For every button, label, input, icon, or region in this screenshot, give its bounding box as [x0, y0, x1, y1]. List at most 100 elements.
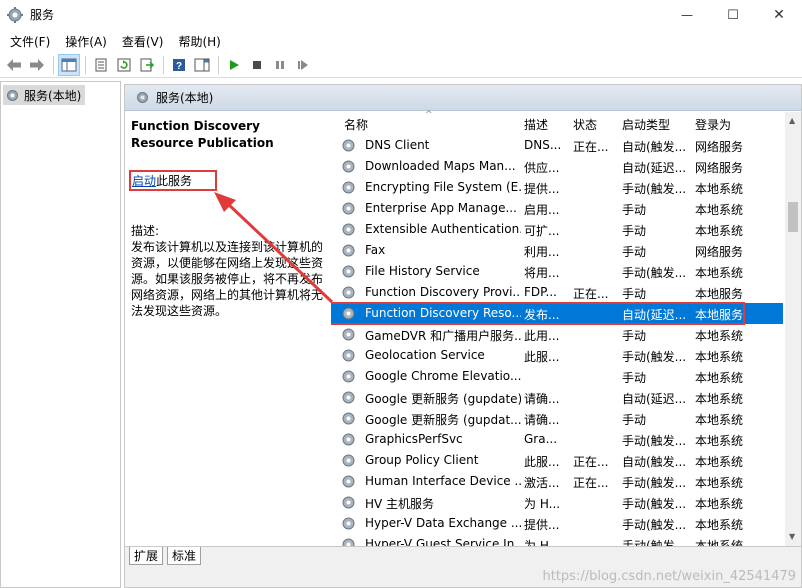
column-header-startup-type[interactable]: 启动类型 [622, 116, 670, 133]
tree-item-services-local[interactable]: 服务(本地) [3, 85, 85, 105]
service-log-on-as: 网络服务 [695, 245, 744, 259]
export-list-button[interactable] [136, 54, 158, 76]
service-startup-type: 自动(触发... [622, 455, 687, 469]
table-row[interactable]: Function Discovery Provi... FDP... 正在... 手动… [331, 282, 783, 303]
menu-file[interactable]: 文件(F) [10, 33, 50, 50]
table-row[interactable]: Hyper-V Guest Service In... 为 H... 手动(触发..… [331, 534, 783, 546]
title-bar: 服务 — ☐ ✕ [0, 0, 802, 30]
maximize-button[interactable]: ☐ [710, 0, 756, 30]
help-button[interactable]: ? [168, 54, 190, 76]
scroll-up-icon[interactable]: ▲ [789, 116, 795, 125]
menu-action[interactable]: 操作(A) [65, 33, 107, 50]
service-gear-icon [342, 496, 355, 509]
refresh-button[interactable] [113, 54, 135, 76]
stop-service-button[interactable] [246, 54, 268, 76]
toolbar-separator [53, 55, 54, 74]
service-name: Hyper-V Data Exchange ... [365, 516, 521, 530]
service-gear-icon [342, 349, 355, 362]
start-service-link[interactable]: 启动 [132, 172, 156, 189]
service-name: Group Policy Client [365, 453, 479, 467]
toolbar-separator [163, 55, 164, 74]
service-log-on-as: 网络服务 [695, 140, 744, 154]
table-row[interactable]: Encrypting File System (E... 提供... 手动(触发..… [331, 177, 783, 198]
column-header-description[interactable]: 描述 [524, 116, 548, 133]
column-header-log-on-as[interactable]: 登录为 [695, 116, 731, 133]
service-log-on-as: 本地系统 [695, 203, 744, 217]
service-name: Fax [365, 243, 386, 257]
service-name: HV 主机服务 [365, 497, 435, 511]
start-service-suffix: 此服务 [156, 174, 193, 188]
service-name: Encrypting File System (E... [365, 180, 521, 194]
table-row[interactable]: GameDVR 和广播用户服务... 此用... 手动 本地系统 [331, 324, 783, 345]
service-name: GameDVR 和广播用户服务... [365, 329, 521, 343]
table-row[interactable]: Group Policy Client 此服... 正在... 自动(触发... 本地系… [331, 450, 783, 471]
table-row[interactable]: Enterprise App Manage... 启用... 手动 本地系统 [331, 198, 783, 219]
table-row[interactable]: Google 更新服务 (gupdat... 请确... 手动 本地系统 [331, 408, 783, 429]
forward-button[interactable] [26, 54, 48, 76]
vertical-scrollbar[interactable]: ▲ ▼ [785, 112, 801, 546]
table-row[interactable]: Fax 利用... 手动 网络服务 [331, 240, 783, 261]
table-row[interactable]: Hyper-V Data Exchange ... 提供... 手动(触发... 本地… [331, 513, 783, 534]
scroll-thumb[interactable] [788, 202, 798, 232]
service-startup-type: 手动 [622, 203, 647, 217]
service-description: 激活... [524, 476, 560, 490]
service-gear-icon [342, 454, 355, 467]
service-gear-icon [342, 202, 355, 215]
service-description: 此用... [524, 329, 560, 343]
close-button[interactable]: ✕ [756, 0, 802, 30]
table-row[interactable]: GraphicsPerfSvc Gra... 手动(触发... 本地系统 [331, 429, 783, 450]
service-name: GraphicsPerfSvc [365, 432, 463, 446]
service-description: 请确... [524, 413, 560, 427]
service-name: Function Discovery Reso... [365, 306, 521, 320]
description-pane: Function Discovery Resource Publication … [125, 112, 329, 546]
service-startup-type: 手动 [622, 413, 647, 427]
back-button[interactable] [3, 54, 25, 76]
service-name: Google 更新服务 (gupdate) [365, 392, 521, 406]
tab-extended[interactable]: 扩展 [129, 547, 164, 565]
service-name: Google 更新服务 (gupdat... [365, 413, 521, 427]
start-service-button[interactable] [223, 54, 245, 76]
table-row[interactable]: Google 更新服务 (gupdate) 请确... 自动(延迟... 本地系统 [331, 387, 783, 408]
sort-ascending-icon: ^ [425, 110, 433, 120]
table-row[interactable]: Function Discovery Reso... 发布... 自动(延迟... 本… [331, 302, 783, 325]
service-status: 正在... [573, 476, 609, 490]
service-startup-type: 手动(触发... [622, 266, 687, 280]
scroll-down-icon[interactable]: ▼ [789, 532, 795, 541]
show-hide-console-tree-button[interactable] [58, 53, 80, 76]
column-header-name[interactable]: 名称 [344, 116, 368, 133]
service-rows: DNS Client DNS... 正在... 自动(触发... 网络服务 Downloa… [331, 135, 783, 546]
menu-view[interactable]: 查看(V) [122, 33, 164, 50]
service-log-on-as: 本地系统 [695, 392, 744, 406]
minimize-icon: — [681, 8, 693, 22]
menu-help[interactable]: 帮助(H) [178, 33, 220, 50]
table-row[interactable]: File History Service 将用... 手动(触发... 本地系统 [331, 261, 783, 282]
service-description: 供应... [524, 161, 560, 175]
minimize-button[interactable]: — [664, 0, 710, 30]
show-action-pane-button[interactable] [191, 54, 213, 76]
table-row[interactable]: Human Interface Device ... 激活... 正在... 手动(触… [331, 471, 783, 492]
tab-standard[interactable]: 标准 [167, 547, 202, 565]
table-row[interactable]: HV 主机服务 为 H... 手动(触发... 本地系统 [331, 492, 783, 513]
main-pane: 服务(本地) Function Discovery Resource Publi… [124, 84, 802, 588]
pause-service-button[interactable] [269, 54, 291, 76]
service-description: 此服... [524, 455, 560, 469]
table-row[interactable]: Google Chrome Elevatio... 手动 本地系统 [331, 366, 783, 387]
restart-service-button[interactable] [292, 54, 314, 76]
refresh-icon [117, 58, 131, 71]
service-gear-icon [342, 223, 355, 236]
service-startup-type: 手动(触发... [622, 518, 687, 532]
service-name: Google Chrome Elevatio... [365, 369, 521, 383]
tab-standard-label: 标准 [172, 549, 197, 563]
table-row[interactable]: Geolocation Service 此服... 手动(触发... 本地系统 [331, 345, 783, 366]
play-icon [230, 59, 239, 70]
properties-icon [95, 58, 107, 71]
column-header-status[interactable]: 状态 [573, 116, 597, 133]
service-log-on-as: 本地系统 [695, 539, 744, 546]
table-row[interactable]: Downloaded Maps Man... 供应... 自动(延迟... 网络服务 [331, 156, 783, 177]
list-header: ^ 名称 描述 状态 启动类型 登录为 [331, 110, 783, 134]
table-row[interactable]: Extensible Authentication... 可扩... 手动 本地系统 [331, 219, 783, 240]
service-log-on-as: 本地服务 [695, 287, 744, 301]
table-row[interactable]: DNS Client DNS... 正在... 自动(触发... 网络服务 [331, 135, 783, 156]
properties-button[interactable] [90, 54, 112, 76]
service-gear-icon [342, 328, 355, 341]
